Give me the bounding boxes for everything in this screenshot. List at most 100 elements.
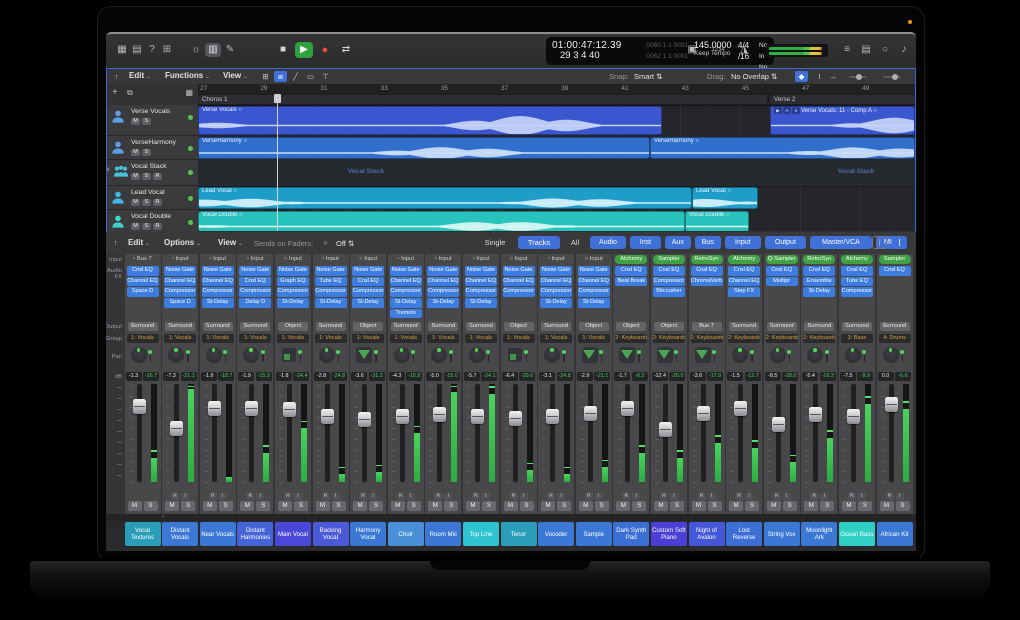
fader-track[interactable] — [813, 384, 818, 482]
audio-fx-slot[interactable]: Bitcrusher — [653, 287, 685, 297]
audio-fx-slot[interactable]: Compressor — [202, 287, 234, 297]
pan-side-slider[interactable] — [902, 349, 904, 362]
channel-strip-string-vox[interactable]: Q-SamplerCnsl EQMultiprSurround2: Keyboa… — [764, 254, 800, 514]
track-s-button[interactable]: S — [142, 149, 151, 156]
audio-fx-slot[interactable]: Cnsl EQ — [127, 266, 159, 276]
fader-cap[interactable] — [772, 417, 785, 432]
pan-control[interactable] — [544, 347, 561, 364]
strip-mute-button[interactable]: M — [391, 501, 405, 511]
strip-mute-button[interactable]: M — [316, 501, 330, 511]
audio-fx-slot[interactable]: Step FX — [728, 287, 760, 297]
strip-mute-button[interactable]: M — [240, 501, 254, 511]
pan-side-slider[interactable] — [638, 349, 640, 362]
grid-view-icon[interactable]: ⊞ — [259, 71, 272, 82]
audio-fx-slot[interactable]: Tube EQ — [841, 277, 873, 287]
take-folder-button[interactable]: ▶ — [774, 107, 782, 114]
browsers-icon[interactable]: ▦ — [114, 43, 130, 57]
pan-side-slider[interactable] — [262, 349, 264, 362]
single-pane-icon[interactable] — [872, 236, 887, 249]
object-panner[interactable] — [281, 347, 297, 363]
group-slot[interactable]: 1: Vocals — [277, 334, 309, 343]
audio-fx-slot[interactable]: Cnsl EQ — [239, 277, 271, 287]
audio-fx-slot[interactable]: Compressor — [578, 287, 610, 297]
group-slot[interactable]: 4: Drums — [879, 334, 911, 343]
group-slot[interactable]: 2: Keyboards — [803, 334, 835, 343]
audio-fx-slot[interactable]: Compressor — [239, 287, 271, 297]
group-slot[interactable]: 2: Keyboards — [615, 334, 647, 343]
strip-name-night-of-avalon[interactable]: Night of Avalon — [689, 522, 725, 546]
strip-name-ocean-bass[interactable]: Ocean Bass — [839, 522, 875, 546]
group-slot[interactable]: 1: Vocals — [164, 334, 196, 343]
instrument-slot[interactable]: Sampler — [879, 255, 911, 264]
count-in-icon[interactable]: 1234 — [708, 43, 728, 57]
quick-help-icon[interactable]: ? — [144, 43, 160, 57]
fader-cap[interactable] — [433, 407, 446, 422]
audio-fx-slot[interactable]: Compressor — [390, 287, 422, 297]
section-marker[interactable]: Chorus 1 — [198, 95, 767, 104]
fader-cap[interactable] — [170, 421, 183, 436]
ibeam-tool-icon[interactable]: I — [813, 71, 826, 82]
strip-mute-button[interactable]: M — [804, 501, 818, 511]
output-slot[interactable]: Surround — [729, 322, 759, 331]
audio-fx-slot[interactable]: Channel EQ — [728, 277, 760, 287]
track-header-vocal-stack[interactable]: ∨Vocal StackMSR — [107, 160, 198, 186]
channel-strip-backing-vocal[interactable]: ▫ InputNoise GateTube EQCompressorSt-Del… — [313, 254, 349, 514]
audio-fx-slot[interactable]: St-Delay — [277, 298, 309, 308]
menu-view[interactable]: View⌄ — [223, 71, 248, 80]
instrument-slot[interactable]: Q-Sampler — [766, 255, 798, 264]
group-slot[interactable]: 1: Vocals — [427, 334, 459, 343]
pan-side-slider[interactable] — [864, 349, 866, 362]
pan-side-slider[interactable] — [676, 349, 678, 362]
back-navigation-icon[interactable]: ↑ — [110, 71, 123, 82]
region-verseharmony[interactable]: VerseHarmony ○ — [650, 137, 915, 159]
strip-solo-button[interactable]: S — [595, 501, 609, 511]
mixer-menu-options[interactable]: Options⌄ — [164, 238, 201, 247]
pan-knob[interactable] — [206, 347, 222, 363]
pan-knob[interactable] — [807, 347, 823, 363]
channel-strip-moonlight-ark[interactable]: RetroSynCnsl EQEnsembleSt-DelaySurround2… — [801, 254, 837, 514]
input-slot[interactable]: ▫ Input — [313, 255, 349, 264]
audio-fx-slot[interactable]: St-Delay — [315, 298, 347, 308]
fader-track[interactable] — [625, 384, 630, 482]
pan-side-slider[interactable] — [826, 349, 828, 362]
strip-mute-button[interactable]: M — [203, 501, 217, 511]
strip-name-string-vox[interactable]: String Vox — [764, 522, 800, 546]
strip-solo-button[interactable]: S — [783, 501, 797, 511]
take-folder-button[interactable]: A — [783, 107, 791, 114]
strip-name-distant-harmonies[interactable]: Distant Harmonies — [237, 522, 273, 546]
audio-fx-slot[interactable]: St-Delay — [578, 298, 610, 308]
pan-control[interactable] — [243, 347, 260, 364]
pan-knob[interactable] — [845, 347, 861, 363]
solo-mode-icon[interactable]: ▣ — [682, 43, 702, 57]
track-m-button[interactable]: M — [131, 118, 140, 125]
pan-control[interactable] — [695, 347, 712, 364]
output-slot[interactable]: Surround — [203, 322, 233, 331]
track-r-button[interactable]: R — [153, 173, 162, 180]
fader-cap[interactable] — [847, 409, 860, 424]
audio-fx-slot[interactable]: Compressor — [503, 287, 535, 297]
strip-solo-button[interactable]: S — [520, 501, 534, 511]
fader-track[interactable] — [287, 384, 292, 482]
audio-fx-slot[interactable]: St-Delay — [352, 298, 384, 308]
channel-strip-vocoder[interactable]: ▫ InputNoise GateChannel EQCompressorSt-… — [538, 254, 574, 514]
audio-fx-slot[interactable]: Cnsl EQ — [803, 266, 835, 276]
strip-solo-button[interactable]: S — [858, 501, 872, 511]
sends-select[interactable]: Off ⇅ — [336, 239, 354, 248]
fader-cap[interactable] — [809, 407, 822, 422]
pan-side-slider[interactable] — [488, 349, 490, 362]
group-slot[interactable]: 2: Keyboards — [766, 334, 798, 343]
channel-strip-ocean-bass[interactable]: AlchemyCnsl EQTube EQCompressorSurround3… — [839, 254, 875, 514]
pan-control[interactable] — [657, 347, 674, 364]
audio-fx-slot[interactable]: Tube EQ — [315, 277, 347, 287]
pan-knob[interactable] — [544, 347, 560, 363]
input-slot[interactable]: ○ Input — [350, 255, 386, 264]
channel-strip-room-mic[interactable]: ▫ InputNoise GateChannel EQCompressorSt-… — [425, 254, 461, 514]
group-slot[interactable]: 1: Vocals — [315, 334, 347, 343]
dual-pane-icon[interactable] — [892, 236, 907, 249]
output-slot[interactable]: Surround — [316, 322, 346, 331]
group-slot[interactable]: 3: Bass — [841, 334, 873, 343]
pan-side-slider[interactable] — [563, 349, 565, 362]
fader-track[interactable] — [513, 384, 518, 482]
fader-track[interactable] — [362, 384, 367, 482]
audio-fx-slot[interactable]: Channel EQ — [465, 277, 497, 287]
